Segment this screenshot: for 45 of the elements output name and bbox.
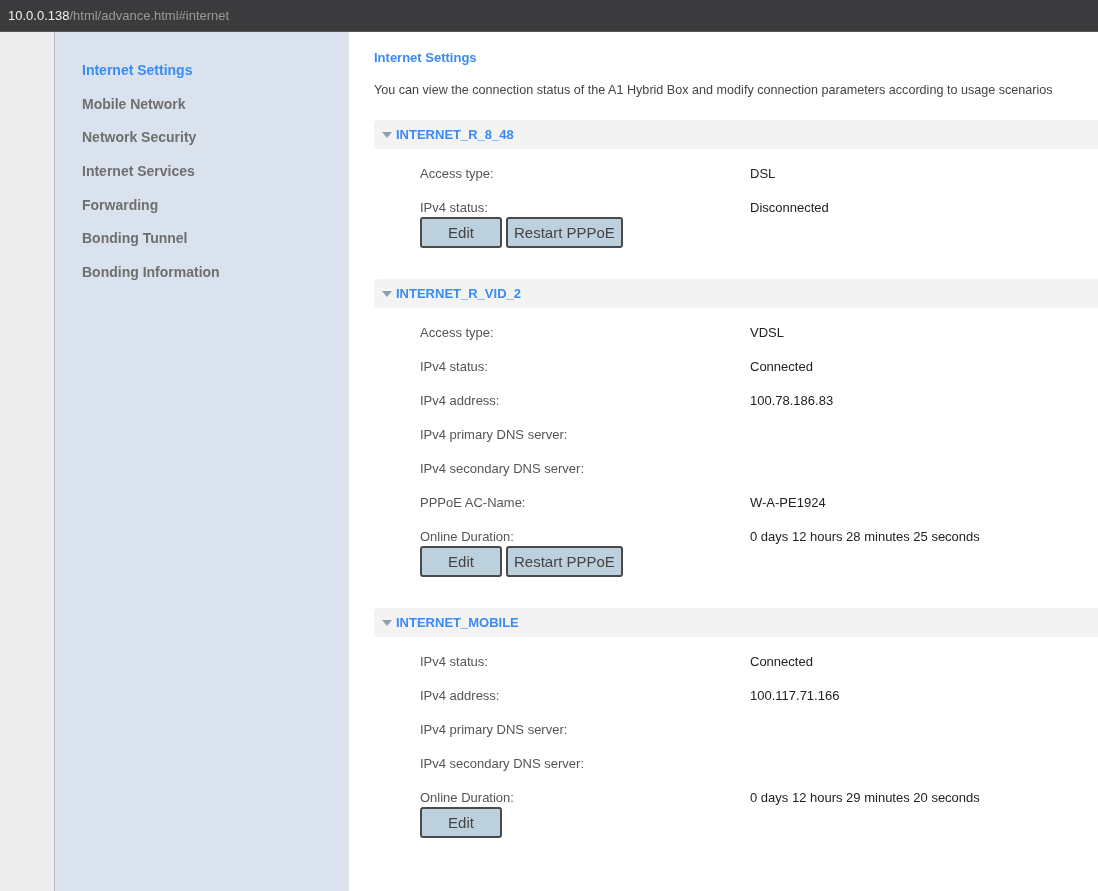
section-header[interactable]: INTERNET_R_8_48 bbox=[374, 120, 1098, 149]
field-label: IPv4 address: bbox=[420, 687, 501, 705]
field-label: IPv4 secondary DNS server: bbox=[420, 755, 585, 773]
sidebar-item[interactable]: Network Security bbox=[55, 127, 349, 162]
field-label: IPv4 primary DNS server: bbox=[420, 721, 569, 739]
section-title: INTERNET_MOBILE bbox=[396, 615, 519, 630]
field-value: Connected bbox=[750, 358, 813, 376]
field-label: Online Duration: bbox=[420, 528, 515, 546]
field-label: IPv4 status: bbox=[420, 653, 489, 671]
action-button[interactable]: Restart PPPoE bbox=[506, 546, 623, 577]
field-label: PPPoE AC-Name: bbox=[420, 494, 527, 512]
field-value: W-A-PE1924 bbox=[750, 494, 826, 512]
field-label: Online Duration: bbox=[420, 789, 515, 807]
field-value: DSL bbox=[750, 165, 776, 183]
field-label: Access type: bbox=[420, 165, 495, 183]
action-button[interactable]: Edit bbox=[420, 546, 502, 577]
field-value: 0 days 12 hours 28 minutes 25 seconds bbox=[750, 528, 980, 546]
field-label: IPv4 status: bbox=[420, 199, 489, 217]
field-label: IPv4 primary DNS server: bbox=[420, 426, 569, 444]
section-header[interactable]: INTERNET_MOBILE bbox=[374, 608, 1098, 637]
page-description: You can view the connection status of the A1 Hybrid Box and modify connection parameters according to usage scenarios bbox=[374, 83, 1054, 97]
sidebar-item[interactable]: Internet Settings bbox=[55, 60, 349, 94]
field-value: 100.117.71.166 bbox=[750, 687, 840, 705]
section-title: INTERNET_R_VID_2 bbox=[396, 286, 521, 301]
page-title: Internet Settings bbox=[374, 50, 478, 65]
field-value: 0 days 12 hours 29 minutes 20 seconds bbox=[750, 789, 980, 807]
section-title: INTERNET_R_8_48 bbox=[396, 127, 514, 142]
action-button[interactable]: Edit bbox=[420, 217, 502, 248]
field-value: Disconnected bbox=[750, 199, 829, 217]
sidebar-item[interactable]: Forwarding bbox=[55, 194, 349, 229]
field-label: IPv4 status: bbox=[420, 358, 489, 376]
field-label: IPv4 address: bbox=[420, 392, 501, 410]
action-button[interactable]: Edit bbox=[420, 807, 502, 838]
field-label: Access type: bbox=[420, 324, 495, 342]
sidebar-item[interactable]: Mobile Network bbox=[55, 93, 349, 128]
field-value: Connected bbox=[750, 653, 813, 671]
sidebar-item[interactable]: Bonding Tunnel bbox=[55, 228, 349, 263]
action-button[interactable]: Restart PPPoE bbox=[506, 217, 623, 248]
field-value: 100.78.186.83 bbox=[750, 392, 834, 410]
field-label: IPv4 secondary DNS server: bbox=[420, 460, 585, 478]
address-bar-url[interactable]: 10.0.0.138/html/advance.html#internet bbox=[8, 8, 230, 23]
sidebar-item[interactable]: Bonding Information bbox=[55, 262, 349, 296]
field-value: VDSL bbox=[750, 324, 784, 342]
section-header[interactable]: INTERNET_R_VID_2 bbox=[374, 279, 1098, 308]
sidebar-item[interactable]: Internet Services bbox=[55, 161, 349, 195]
